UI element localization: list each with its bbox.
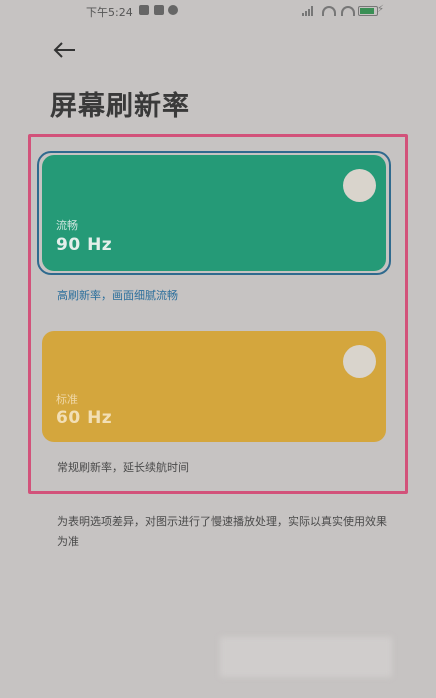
blurred-watermark [220,637,392,677]
option-card-smooth[interactable]: 流畅 90 Hz [42,155,386,271]
option-name: 流畅 [56,219,78,232]
page-title: 屏幕刷新率 [50,91,190,122]
radio-indicator [343,169,376,202]
option-description: 常规刷新率，延长续航时间 [57,461,189,474]
radio-indicator [343,345,376,378]
option-rate: 60 Hz [56,408,113,428]
option-rate: 90 Hz [56,235,113,255]
footnote: 为表明选项差异，对图示进行了慢速播放处理，实际以真实使用效果为准 [57,515,387,548]
notification-app-icon [154,5,164,15]
option-name: 标准 [56,393,78,406]
screen: 下午5:24 ⚡ 屏幕刷新率 流畅 90 Hz 高刷新率，画面细腻流畅 标准 6… [0,0,436,698]
option-description: 高刷新率，画面细腻流畅 [57,289,178,302]
cellular-signal-icon [302,6,313,16]
charging-icon: ⚡ [376,4,384,15]
status-bar: 下午5:24 ⚡ [0,0,436,22]
back-button[interactable] [50,37,80,63]
status-time: 下午5:24 [86,6,133,19]
back-arrow-icon [53,42,75,58]
notification-app-icon [139,5,149,15]
notification-app-icon [168,5,178,15]
battery-icon [358,6,378,16]
wifi-icon [341,6,355,16]
option-card-standard[interactable]: 标准 60 Hz [42,331,386,442]
wifi-icon [322,6,336,16]
